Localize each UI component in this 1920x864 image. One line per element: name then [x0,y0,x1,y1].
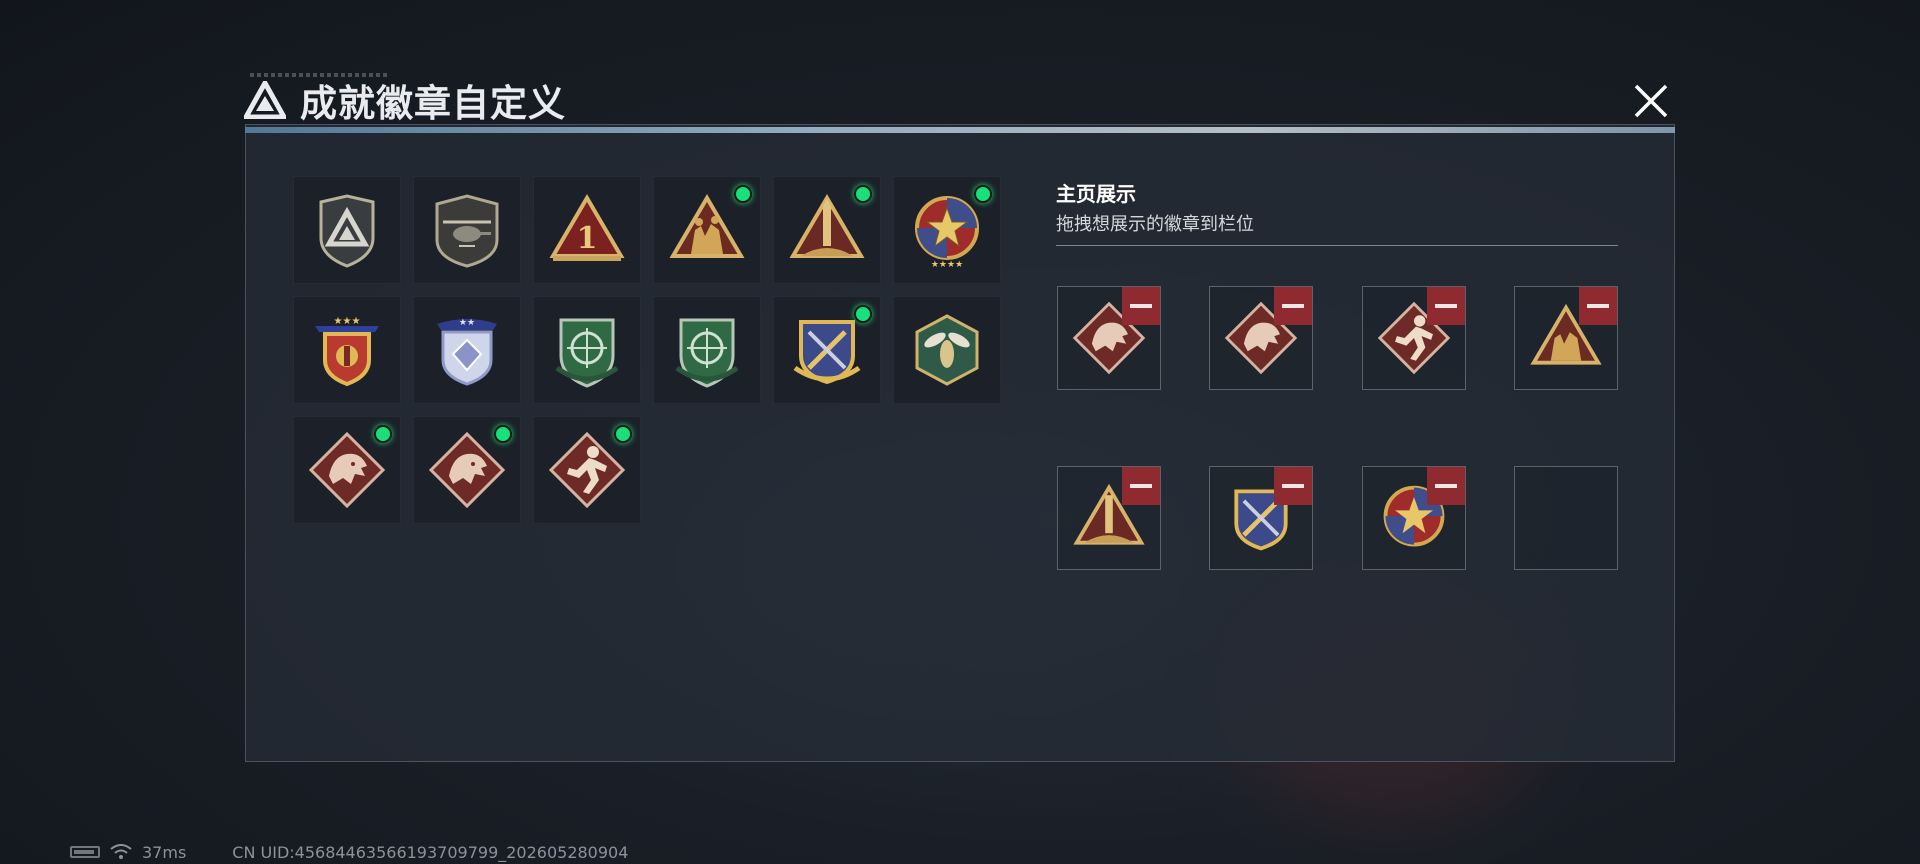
badge-runner-diamond[interactable] [533,416,641,524]
helicopter-shield-badge-icon [435,194,499,268]
minus-icon [1282,304,1304,308]
remove-badge-button[interactable] [1274,287,1312,325]
badge-red-triangle-one[interactable]: 1 [533,176,641,284]
badge-gold-stars-shield[interactable]: ★★★ [293,296,401,404]
hornet-hexagon-badge-icon [915,314,979,386]
runner-diamond-badge-icon [548,431,626,509]
homepage-display-hint: 拖拽想展示的徽章到栏位 [1056,214,1254,235]
minus-icon [1130,304,1152,308]
svg-text:★★★: ★★★ [334,316,361,327]
soldiers-triangle-badge-icon [669,194,745,258]
remove-badge-button[interactable] [1122,287,1160,325]
section-divider [1056,245,1618,246]
badge-green-crosshair-shield-2[interactable] [653,296,761,404]
remove-badge-button[interactable] [1122,467,1160,505]
minus-icon [1587,304,1609,308]
network-ping: 37ms [142,842,187,862]
wifi-icon [110,844,132,859]
display-slot-1[interactable] [1057,286,1161,390]
new-indicator-dot [614,425,632,443]
minus-icon [1435,304,1457,308]
minus-icon [1282,484,1304,488]
badge-rocket-triangle[interactable] [773,176,881,284]
new-indicator-dot [374,425,392,443]
blue-diamond-shield-badge-icon: ★★ [437,318,497,386]
new-indicator-dot [494,425,512,443]
display-slot-7[interactable] [1362,466,1466,570]
green-crosshair-shield-badge-icon [675,318,739,388]
remove-badge-button[interactable] [1427,467,1465,505]
svg-text:1: 1 [577,221,598,256]
display-slot-4[interactable] [1514,286,1618,390]
red-triangle-number-one-badge-icon: 1 [549,194,625,261]
silver-triangle-shield-badge-icon [319,194,375,268]
badge-star-round-emblem[interactable]: ★★★★ [893,176,1001,284]
display-slot-8-empty[interactable] [1514,466,1618,570]
gold-stars-shield-badge-icon: ★★★ [315,316,379,387]
minus-icon [1130,484,1152,488]
green-crosshair-shield-badge-icon [555,318,619,388]
new-indicator-dot [854,305,872,323]
badge-helicopter-shield[interactable] [413,176,521,284]
close-icon [1634,84,1668,118]
rocket-triangle-badge-icon [789,194,865,258]
dragon-diamond-badge-icon [308,431,386,509]
badge-green-crosshair-shield[interactable] [533,296,641,404]
panel-top-border [245,127,1675,133]
status-bar: 37ms CN UID:4568446356619370979​9_202605… [70,842,628,862]
remove-badge-button[interactable] [1427,287,1465,325]
svg-text:★★: ★★ [459,318,475,328]
dialog-header: 成就徽章自定义 [244,72,566,128]
badge-blue-diamond-shield[interactable]: ★★ [413,296,521,404]
display-slot-5[interactable] [1057,466,1161,570]
svg-text:★★★★: ★★★★ [931,260,963,270]
badge-inventory-grid: 1 ★★★★ ★★★ ★★ [293,176,1007,524]
battery-icon [70,846,100,858]
badge-gold-swords-shield[interactable] [773,296,881,404]
badge-dragon-diamond-2[interactable] [413,416,521,524]
badge-soldiers-triangle[interactable] [653,176,761,284]
remove-badge-button[interactable] [1274,467,1312,505]
triangle-logo-icon [244,81,286,119]
remove-badge-button[interactable] [1579,287,1617,325]
badge-dragon-diamond[interactable] [293,416,401,524]
new-indicator-dot [974,185,992,203]
badge-hornet-hexagon[interactable] [893,296,1001,404]
page-title: 成就徽章自定义 [300,82,566,125]
star-round-emblem-badge-icon: ★★★★ [915,196,979,270]
badge-silver-triangle-shield[interactable] [293,176,401,284]
minus-icon [1435,484,1457,488]
homepage-display-title: 主页展示 [1056,182,1136,206]
gold-swords-shield-badge-icon [793,320,861,385]
display-slot-2[interactable] [1209,286,1313,390]
display-slot-3[interactable] [1362,286,1466,390]
new-indicator-dot [854,185,872,203]
new-indicator-dot [734,185,752,203]
close-button[interactable] [1630,80,1672,122]
display-slot-6[interactable] [1209,466,1313,570]
user-uid: CN UID:4568446356619370979​9_20260528090… [232,842,629,862]
dragon-diamond-badge-icon [428,431,506,509]
